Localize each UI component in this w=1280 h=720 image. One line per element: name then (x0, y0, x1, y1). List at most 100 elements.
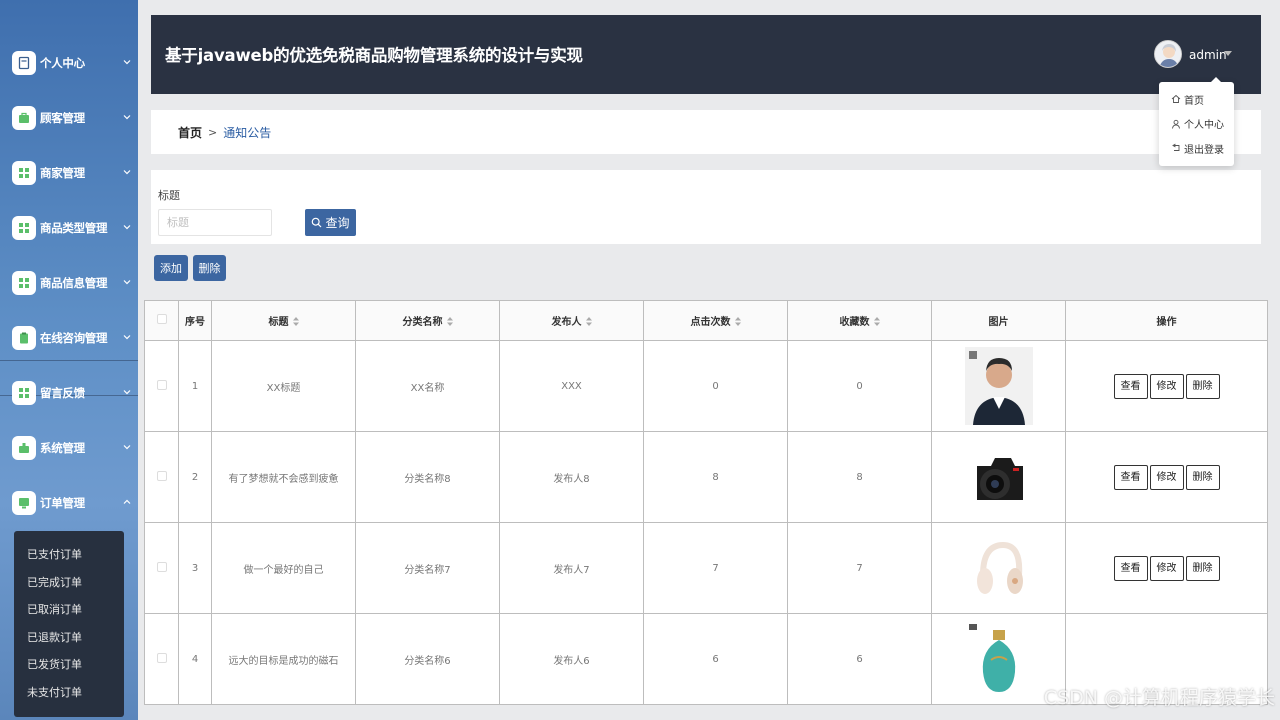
sidebar-item-online-consult[interactable]: 在线咨询管理 (12, 320, 138, 356)
row-checkbox[interactable] (156, 561, 167, 572)
row-select-cell[interactable] (144, 431, 179, 523)
column-header-image: 图片 (931, 300, 1066, 341)
cell-clicks: 7 (643, 522, 788, 614)
submenu-item-unpaid[interactable]: 未支付订单 (14, 679, 124, 707)
column-header-category[interactable]: 分类名称 (355, 300, 500, 341)
dropdown-item-home[interactable]: 首页 (1159, 87, 1234, 112)
submenu-item-refunded[interactable]: 已退款订单 (14, 624, 124, 652)
edit-button[interactable]: 修改 (1149, 464, 1184, 490)
sidebar-item-system[interactable]: 系统管理 (12, 430, 138, 466)
select-all-cell[interactable] (144, 300, 179, 341)
view-button[interactable]: 查看 (1113, 555, 1148, 581)
add-button[interactable]: 添加 (154, 255, 188, 281)
sort-icon[interactable] (734, 317, 741, 326)
cell-title: 有了梦想就不会感到疲惫 (211, 431, 356, 523)
background-line (0, 360, 138, 361)
column-header-clicks[interactable]: 点击次数 (643, 300, 788, 341)
perfume-photo[interactable] (964, 620, 1033, 698)
column-header-label: 发布人 (551, 317, 582, 328)
cell-no: 3 (178, 522, 212, 614)
breadcrumb-current[interactable]: 通知公告 (223, 124, 271, 141)
column-header-publisher[interactable]: 发布人 (499, 300, 644, 341)
cell-image (931, 522, 1066, 614)
sidebar-item-label: 商品信息管理 (40, 276, 108, 290)
portrait-photo[interactable] (964, 347, 1033, 425)
view-button[interactable]: 查看 (1113, 464, 1148, 490)
document-icon (12, 51, 36, 75)
table-row: 2 有了梦想就不会感到疲惫 分类名称8 发布人8 8 8 查看 修改 删除 (144, 431, 1268, 523)
username[interactable]: admin (1189, 48, 1227, 62)
chevron-down-icon (123, 60, 131, 65)
breadcrumb-home[interactable]: 首页 (178, 124, 202, 141)
sort-icon[interactable] (292, 317, 299, 326)
submenu-item-paid[interactable]: 已支付订单 (14, 541, 124, 569)
avatar[interactable] (1154, 40, 1182, 68)
sidebar-item-customers[interactable]: 顾客管理 (12, 100, 138, 136)
edit-button[interactable]: 修改 (1149, 373, 1184, 399)
cell-category: 分类名称7 (355, 522, 500, 614)
cell-category: XX名称 (355, 340, 500, 432)
batch-delete-button[interactable]: 删除 (193, 255, 226, 281)
camera-photo[interactable] (964, 438, 1033, 516)
cell-clicks: 6 (643, 613, 788, 705)
submenu-item-shipped[interactable]: 已发货订单 (14, 651, 124, 679)
headphones-photo[interactable] (964, 529, 1033, 607)
chevron-down-icon (123, 225, 131, 230)
sidebar-item-label: 商家管理 (40, 166, 85, 180)
row-checkbox[interactable] (156, 379, 167, 390)
chevron-up-icon (123, 499, 131, 504)
sidebar-item-product-info[interactable]: 商品信息管理 (12, 265, 138, 301)
data-table: 序号 标题 分类名称 发布人 点击次数 收藏数 图片 操作 1 XX标题 XX名… (144, 300, 1268, 705)
orders-submenu: 已支付订单 已完成订单 已取消订单 已退款订单 已发货订单 未支付订单 (14, 531, 124, 717)
column-header-favorites[interactable]: 收藏数 (787, 300, 932, 341)
sort-icon[interactable] (585, 317, 592, 326)
search-panel: 标题 查询 (151, 170, 1261, 244)
title-search-input[interactable] (158, 209, 272, 236)
view-button[interactable]: 查看 (1113, 373, 1148, 399)
column-header-label: 点击次数 (690, 317, 731, 328)
sidebar-item-product-types[interactable]: 商品类型管理 (12, 210, 138, 246)
row-select-cell[interactable] (144, 613, 179, 705)
sidebar-item-label: 在线咨询管理 (40, 331, 108, 345)
dropdown-item-label: 退出登录 (1184, 144, 1224, 156)
delete-button[interactable]: 删除 (1185, 373, 1220, 399)
column-header-label: 标题 (268, 317, 289, 328)
row-checkbox[interactable] (156, 470, 167, 481)
dropdown-item-label: 个人中心 (1184, 120, 1224, 132)
submenu-item-cancelled[interactable]: 已取消订单 (14, 596, 124, 624)
delete-button[interactable]: 删除 (1185, 555, 1220, 581)
row-checkbox[interactable] (156, 652, 167, 663)
sort-icon[interactable] (446, 317, 453, 326)
delete-button[interactable]: 删除 (1185, 464, 1220, 490)
dropdown-item-logout[interactable]: 退出登录 (1159, 136, 1234, 161)
row-select-cell[interactable] (144, 522, 179, 614)
cell-publisher: 发布人8 (499, 431, 644, 523)
chevron-down-icon (123, 335, 131, 340)
cell-favorites: 8 (787, 431, 932, 523)
dropdown-item-profile[interactable]: 个人中心 (1159, 112, 1234, 137)
sidebar-item-orders[interactable]: 订单管理 (12, 485, 138, 521)
grid-icon (12, 381, 36, 405)
watermark: CSDN @计算机程序猿学长 (1043, 687, 1275, 709)
grid-icon (12, 161, 36, 185)
row-select-cell[interactable] (144, 340, 179, 432)
cell-category: 分类名称8 (355, 431, 500, 523)
sidebar-item-label: 订单管理 (40, 496, 85, 510)
sidebar-item-feedback[interactable]: 留言反馈 (12, 375, 138, 411)
query-button[interactable]: 查询 (305, 209, 356, 236)
sort-icon[interactable] (873, 317, 880, 326)
breadcrumb: 首页 > 通知公告 (151, 110, 1261, 154)
sidebar-item-personal-center[interactable]: 个人中心 (12, 45, 138, 81)
sidebar-item-merchants[interactable]: 商家管理 (12, 155, 138, 191)
caret-down-icon[interactable] (1224, 51, 1232, 57)
submenu-item-completed[interactable]: 已完成订单 (14, 569, 124, 597)
chevron-down-icon (123, 115, 131, 120)
edit-button[interactable]: 修改 (1149, 555, 1184, 581)
column-header-label: 收藏数 (839, 317, 870, 328)
table-header-row: 序号 标题 分类名称 发布人 点击次数 收藏数 图片 操作 (144, 300, 1268, 341)
search-icon (312, 217, 322, 228)
select-all-checkbox[interactable] (156, 314, 167, 324)
cell-clicks: 8 (643, 431, 788, 523)
column-header-title[interactable]: 标题 (211, 300, 356, 341)
cell-favorites: 7 (787, 522, 932, 614)
